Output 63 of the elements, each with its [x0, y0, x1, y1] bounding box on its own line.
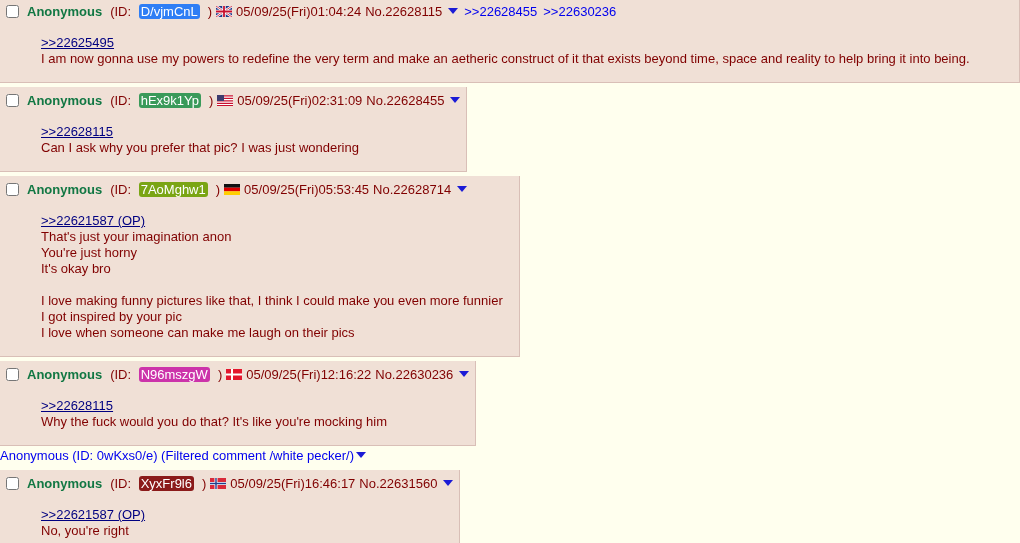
post-checkbox[interactable]	[6, 93, 19, 107]
poster-id[interactable]: XyxFr9l6	[138, 475, 194, 491]
id-label: )	[217, 366, 223, 382]
post-text: Why the fuck would you do that? It's like you're mocking him	[41, 414, 388, 430]
id-label: (ID:	[110, 92, 133, 108]
quote-link[interactable]: >>22628115	[41, 124, 114, 140]
poster-name: Anonymous	[27, 92, 103, 108]
post-number[interactable]: No.22630236	[375, 366, 454, 382]
backlink[interactable]: >>22630236	[543, 3, 617, 19]
post-number[interactable]: No.22628455	[366, 92, 445, 108]
post-text: That's just your imagination anon	[41, 229, 233, 245]
post-text: It's okay bro	[41, 261, 112, 277]
post-datetime: 05/09/25(Fri)01:04:24	[236, 3, 362, 19]
post-checkbox[interactable]	[6, 367, 19, 381]
post-text: No, you're right	[41, 523, 130, 539]
filtered-post-stub[interactable]: Anonymous (ID: 0wKxs0/e) (Filtered comment /white pecker/)	[0, 447, 354, 463]
id-label: (ID:	[110, 366, 133, 382]
post-text: I love when someone can make me laugh on their pics	[41, 325, 356, 341]
post-number[interactable]: No.22628115	[365, 3, 443, 19]
post-text: I got inspired by your pic	[41, 309, 183, 325]
poster-name: Anonymous	[27, 475, 103, 491]
flag-icon	[217, 94, 234, 106]
post-text: I love making funny pictures like that, I think I could make you even more funnier	[41, 293, 503, 309]
quote-link[interactable]: >>22628115	[41, 398, 114, 414]
id-label: )	[209, 92, 214, 108]
id-label: (ID:	[110, 181, 133, 197]
quote-link[interactable]: >>22621587 (OP)	[41, 213, 146, 229]
post-number[interactable]: No.22631560	[359, 475, 438, 491]
quote-link[interactable]: >>22625495	[41, 35, 115, 51]
menu-arrow-icon[interactable]	[459, 371, 470, 377]
id-label: )	[207, 3, 213, 19]
poster-id[interactable]: hEx9k1Yp	[138, 92, 201, 108]
post-datetime: 05/09/25(Fri)12:16:22	[246, 366, 372, 382]
id-label: (ID:	[110, 475, 133, 491]
id-label: )	[202, 475, 207, 491]
poster-name: Anonymous	[27, 181, 103, 197]
post-checkbox[interactable]	[6, 476, 19, 490]
flag-icon	[224, 183, 241, 195]
id-label: (ID:	[110, 3, 133, 19]
post-datetime: 05/09/25(Fri)02:31:09	[237, 92, 363, 108]
poster-name: Anonymous	[27, 3, 103, 19]
post-text: You're just horny	[41, 245, 138, 261]
menu-arrow-icon[interactable]	[356, 452, 366, 458]
poster-name: Anonymous	[27, 366, 103, 382]
post-text: Can I ask why you prefer that pic? I was just wondering	[41, 140, 360, 156]
flag-icon	[216, 5, 233, 17]
backlink[interactable]: >>22628455	[464, 3, 538, 19]
post-datetime: 05/09/25(Fri)05:53:45	[244, 181, 370, 197]
post-datetime: 05/09/25(Fri)16:46:17	[230, 475, 356, 491]
id-label: )	[215, 181, 221, 197]
menu-arrow-icon[interactable]	[450, 97, 461, 103]
flag-icon	[210, 477, 227, 489]
post-checkbox[interactable]	[6, 182, 19, 196]
menu-arrow-icon[interactable]	[457, 186, 468, 192]
post-number[interactable]: No.22628714	[373, 181, 452, 197]
post-checkbox[interactable]	[6, 4, 19, 18]
post-text: I am now gonna use my powers to redefine the very term and make an aetheric construct of it that exists beyond time, space and reality to help bring it into being.	[41, 51, 971, 67]
flag-icon	[226, 368, 243, 380]
menu-arrow-icon[interactable]	[448, 8, 459, 14]
poster-id[interactable]: N96mszgW	[138, 366, 210, 382]
poster-id[interactable]: D/vjmCnL	[138, 3, 200, 19]
quote-link[interactable]: >>22621587 (OP)	[41, 507, 146, 523]
menu-arrow-icon[interactable]	[443, 480, 454, 486]
